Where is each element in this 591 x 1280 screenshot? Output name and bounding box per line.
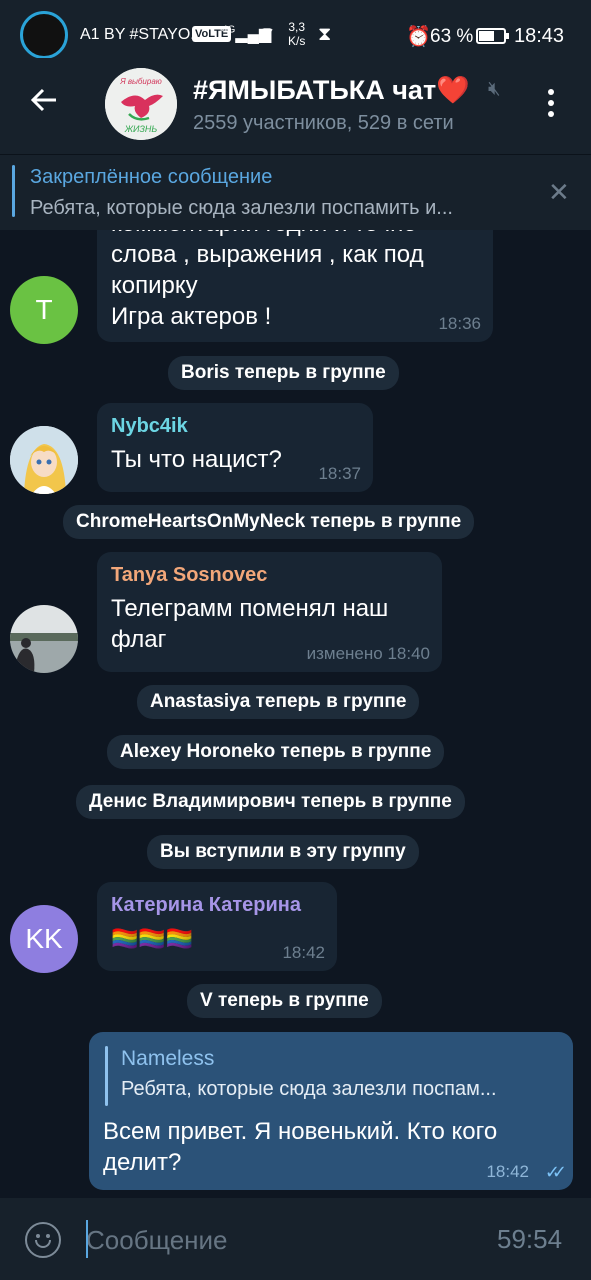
service-message: Anastasiya теперь в группе bbox=[137, 685, 420, 719]
message-line: Всем привет. Я новенький. Кто кого bbox=[103, 1118, 498, 1145]
reply-accent-bar bbox=[105, 1046, 108, 1106]
service-message: Alexey Horoneko теперь в группе bbox=[107, 735, 445, 769]
avatar-text-bottom: ЖИЗНЬ bbox=[124, 124, 158, 134]
outgoing-message-bubble[interactable]: Nameless Ребята, которые сюда залезли по… bbox=[89, 1032, 573, 1190]
message-bubble[interactable]: Nybc4ik Ты что нацист? 18:37 bbox=[97, 403, 373, 492]
sender-name[interactable]: Катерина Катерина bbox=[111, 894, 323, 917]
clock: 18:43 bbox=[514, 25, 565, 47]
dove-logo-icon: Я выбираю ЖИЗНЬ bbox=[105, 68, 177, 140]
back-button[interactable] bbox=[28, 84, 64, 124]
message-bubble[interactable]: Катерина Катерина 🏳️‍🌈🏳️‍🌈🏳️‍🌈 18:42 bbox=[97, 882, 337, 971]
speed-unit: K/s bbox=[288, 34, 306, 48]
battery-percent: 63 % bbox=[430, 26, 474, 47]
avatar[interactable] bbox=[10, 426, 78, 494]
avatar-initial: T bbox=[35, 294, 53, 325]
message-line: Игра актеров ! bbox=[111, 303, 272, 330]
reply-sender-name[interactable]: Nameless bbox=[121, 1047, 214, 1071]
slowmode-timer: 59:54 bbox=[497, 1224, 563, 1254]
muted-icon: 🔇︎ bbox=[488, 78, 501, 100]
service-message: Денис Владимирович теперь в группе bbox=[76, 785, 465, 819]
speed-value: 3,3 bbox=[288, 20, 306, 34]
message-input-bar: 59:54 bbox=[0, 1198, 591, 1280]
text-cursor bbox=[86, 1220, 88, 1258]
alarm-icon: ⏰ bbox=[406, 26, 431, 48]
chat-header: Я выбираю ЖИЗНЬ #ЯМЫБАТЬКА чат❤️ 🔇︎ 2559… bbox=[0, 58, 591, 154]
avatar-text-top: Я выбираю bbox=[119, 77, 162, 86]
service-message: V теперь в группе bbox=[187, 984, 382, 1018]
pinned-message[interactable]: Закреплённое сообщение Ребята, которые с… bbox=[0, 154, 591, 230]
anime-girl-avatar-icon bbox=[10, 426, 78, 494]
message-line: комментарии годни и точно bbox=[111, 230, 479, 239]
outgoing-message-text: Всем привет. Я новенький. Кто кого делит… bbox=[103, 1116, 497, 1178]
wifi-icon: ⌔ bbox=[258, 24, 276, 45]
arrow-left-icon bbox=[30, 88, 56, 112]
avatar[interactable]: T bbox=[10, 276, 78, 344]
chat-title[interactable]: #ЯМЫБАТЬКА чат❤️ bbox=[193, 74, 470, 106]
sender-name[interactable]: Nybc4ik bbox=[111, 415, 359, 438]
emoji-icon[interactable] bbox=[25, 1222, 61, 1258]
network-speed: 3,3 K/s bbox=[288, 20, 305, 48]
more-menu-button[interactable] bbox=[540, 86, 562, 122]
profile-avatar bbox=[20, 11, 68, 59]
message-list[interactable]: комментарии годни и точно слова , выраже… bbox=[0, 230, 591, 1198]
message-time: 18:42 bbox=[486, 1162, 529, 1181]
avatar-initials: KK bbox=[25, 923, 63, 954]
service-message: Boris теперь в группе bbox=[168, 356, 399, 390]
avatar[interactable] bbox=[10, 605, 78, 673]
message-line: делит? bbox=[103, 1149, 182, 1176]
message-time: изменено 18:40 bbox=[306, 644, 430, 663]
network-type: 4G bbox=[222, 24, 236, 36]
close-pinned-button[interactable]: ✕ bbox=[548, 177, 570, 208]
hourglass-icon: ⧗ bbox=[318, 24, 332, 45]
chat-avatar[interactable]: Я выбираю ЖИЗНЬ bbox=[105, 68, 177, 140]
message-bubble[interactable]: Tanya Sosnovec Телеграмм поменял наш фла… bbox=[97, 552, 442, 672]
pinned-title: Закреплённое сообщение bbox=[30, 166, 273, 188]
battery-icon bbox=[476, 28, 509, 44]
double-check-icon: ✓✓ bbox=[544, 1162, 567, 1182]
message-line: копирку bbox=[111, 272, 198, 299]
carrier-label: A1 BY #STAYO... bbox=[80, 26, 204, 43]
message-line: Телеграмм поменял наш bbox=[111, 595, 389, 622]
chat-subtitle: 2559 участников, 529 в сети bbox=[193, 112, 454, 134]
service-message: ChromeHeartsOnMyNeck теперь в группе bbox=[63, 505, 475, 539]
pinned-accent-bar bbox=[12, 165, 15, 217]
message-bubble[interactable]: комментарии годни и точно слова , выраже… bbox=[97, 230, 493, 342]
message-line: слова , выражения , как под bbox=[111, 241, 424, 268]
message-input[interactable] bbox=[86, 1220, 466, 1260]
message-time: 18:36 bbox=[438, 314, 481, 333]
battery-fill bbox=[479, 31, 495, 41]
service-message: Вы вступили в эту группу bbox=[147, 835, 419, 869]
sender-name[interactable]: Tanya Sosnovec bbox=[111, 564, 428, 587]
message-time: 18:42 bbox=[282, 943, 325, 962]
message-time: 18:37 bbox=[318, 464, 361, 483]
avatar[interactable]: KK bbox=[10, 905, 78, 973]
landscape-photo-avatar-icon bbox=[10, 605, 78, 673]
reply-preview-text[interactable]: Ребята, которые сюда залезли поспам... bbox=[121, 1078, 497, 1101]
pinned-text: Ребята, которые сюда залезли поспамить и… bbox=[30, 197, 453, 219]
